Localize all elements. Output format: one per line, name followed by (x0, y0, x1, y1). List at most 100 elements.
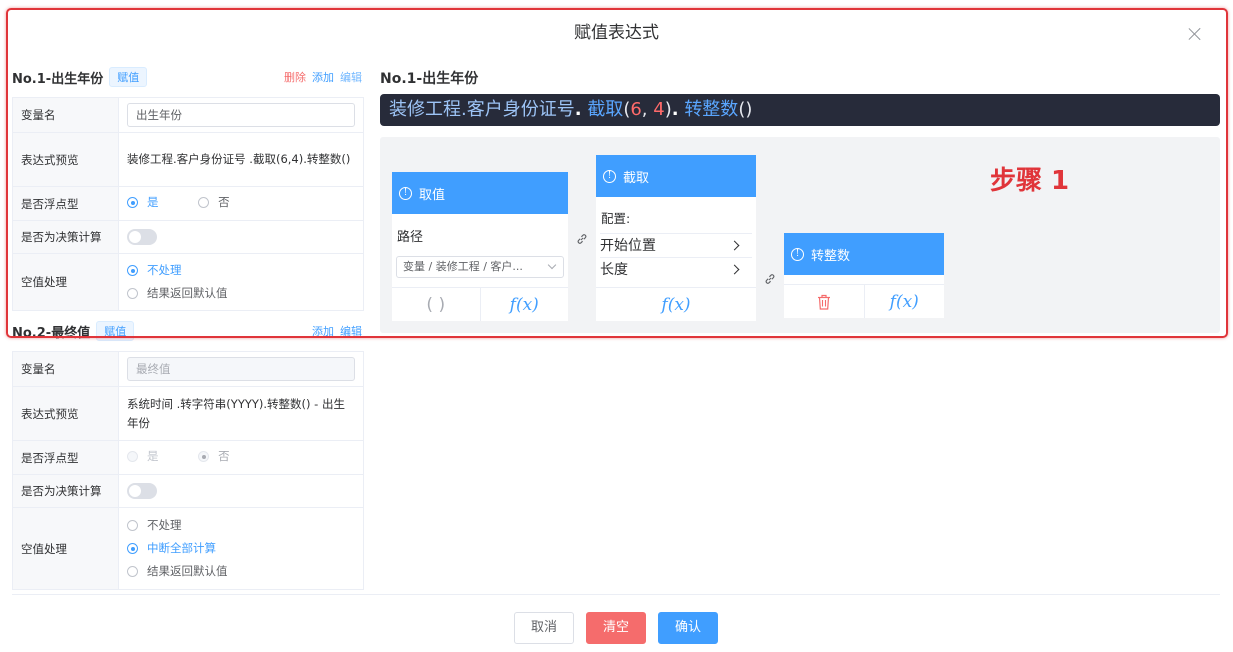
preview-label: 表达式预览 (12, 132, 119, 187)
item-1-row-var: 变量名 出生年份 (12, 97, 364, 133)
decision-label: 是否为决策计算 (12, 474, 119, 508)
var-name-input[interactable]: 最终值 (127, 357, 355, 381)
node-substr-header: ! 截取 (596, 155, 756, 197)
item-1-title: No.1-出生年份 (12, 71, 104, 87)
var-name-label: 变量名 (12, 351, 119, 387)
function-button[interactable]: f(x) (596, 288, 756, 321)
item-1-actions: 删除 添加 编辑 (284, 69, 362, 85)
item-1-row-float: 是否浮点型 是 否 (12, 186, 364, 221)
param-start-row[interactable]: 开始位置 (600, 233, 752, 257)
float-yes-text: 是 (147, 195, 159, 209)
null-option-text: 结果返回默认值 (147, 286, 228, 300)
node-substring[interactable]: ! 截取 配置: 开始位置 长度 f(x) (596, 155, 756, 321)
preview-value: 系统时间 .转字符串(YYYY).转整数() - 出生年份 (118, 386, 364, 441)
float-no-text: 否 (218, 195, 230, 209)
null-option-radio[interactable]: 中断全部计算 (127, 539, 355, 558)
param-start-text: 开始位置 (600, 238, 656, 254)
float-label: 是否浮点型 (12, 440, 119, 475)
item-1-add-link[interactable]: 添加 (312, 69, 334, 85)
node-substr-footer: f(x) (596, 287, 756, 321)
function-button[interactable]: f(x) (479, 288, 569, 321)
decision-toggle[interactable] (127, 229, 157, 245)
item-1-edit-link[interactable]: 编辑 (340, 69, 362, 85)
confirm-button[interactable]: 确认 (658, 612, 718, 644)
item-2-row-null: 空值处理 不处理 中断全部计算 结果返回默认值 (12, 507, 364, 590)
preview-label: 表达式预览 (12, 386, 119, 441)
info-icon: ! (399, 186, 412, 200)
float-no-radio[interactable]: 否 (198, 447, 230, 466)
item-1-header: No.1-出生年份 赋值 删除 添加 编辑 (12, 67, 362, 87)
expr-parens: () (738, 99, 753, 120)
node-substr-config-label: 配置: (601, 211, 631, 226)
decision-toggle[interactable] (127, 483, 157, 499)
item-2-edit-link[interactable]: 编辑 (340, 323, 362, 339)
null-label: 空值处理 (12, 253, 119, 311)
node-toint-footer: f(x) (784, 284, 944, 318)
assign-expression-dialog: 赋值表达式 No.1-出生年份 赋值 删除 添加 编辑 变量名 出生年份 表达式… (0, 0, 1233, 652)
float-no-text: 否 (218, 449, 230, 463)
float-yes-text: 是 (147, 449, 159, 463)
expr-fn-toint: 转整数 (684, 99, 739, 120)
info-icon: ! (791, 247, 804, 261)
null-option-radio[interactable]: 不处理 (127, 261, 355, 280)
item-2-add-link[interactable]: 添加 (312, 323, 334, 339)
float-no-radio[interactable]: 否 (198, 193, 230, 212)
node-get-path-select[interactable]: 变量 / 装修工程 / 客户... (396, 256, 564, 278)
item-1-row-decision: 是否为决策计算 (12, 220, 364, 254)
null-option-text: 中断全部计算 (147, 541, 216, 555)
expression-code-bar: 装修工程.客户身份证号. 截取(6, 4). 转整数() (380, 94, 1220, 126)
close-icon[interactable] (1188, 27, 1202, 41)
chevron-right-icon (729, 240, 740, 251)
expr-arg-2: 4 (653, 99, 665, 120)
node-toint-header: ! 转整数 (784, 233, 944, 275)
expr-fn-substr: 截取 (587, 99, 624, 120)
param-length-text: 长度 (600, 262, 628, 278)
node-get-path-label: 路径 (397, 230, 424, 245)
param-length-row[interactable]: 长度 (600, 257, 752, 281)
node-get-header: ! 取值 (392, 172, 568, 214)
null-option-text: 不处理 (147, 518, 182, 532)
item-1-row-null: 空值处理 不处理 结果返回默认值 (12, 253, 364, 311)
null-option-radio[interactable]: 结果返回默认值 (127, 562, 355, 581)
expr-dot: . (574, 99, 582, 120)
clear-button[interactable]: 清空 (586, 612, 646, 644)
null-option-text: 结果返回默认值 (147, 564, 228, 578)
item-1-delete-link[interactable]: 删除 (284, 69, 306, 85)
float-yes-radio[interactable]: 是 (127, 447, 159, 466)
item-2-form: 变量名 最终值 表达式预览 系统时间 .转字符串(YYYY).转整数() - 出… (12, 351, 364, 590)
link-icon (577, 234, 587, 244)
null-option-radio[interactable]: 不处理 (127, 516, 355, 535)
paren-button[interactable]: ( ) (392, 288, 480, 321)
dialog-title: 赋值表达式 (574, 23, 659, 43)
function-button[interactable]: f(x) (863, 285, 945, 318)
node-get-title: 取值 (419, 187, 446, 203)
null-option-radio[interactable]: 结果返回默认值 (127, 284, 355, 303)
item-1-tag: 赋值 (109, 67, 148, 87)
null-option-text: 不处理 (147, 263, 182, 277)
info-icon: ! (603, 169, 616, 183)
chevron-down-icon (547, 260, 557, 270)
cancel-button[interactable]: 取消 (514, 612, 574, 644)
var-name-input[interactable]: 出生年份 (127, 103, 355, 127)
item-2-actions: 添加 编辑 (312, 323, 362, 339)
chevron-right-icon (729, 264, 740, 275)
float-yes-radio[interactable]: 是 (127, 193, 159, 212)
item-2-title: No.2-最终值 (12, 325, 91, 341)
link-icon (765, 274, 775, 284)
delete-node-button[interactable] (784, 285, 864, 318)
editor-title: No.1-出生年份 (380, 71, 479, 87)
item-2-row-preview: 表达式预览 系统时间 .转字符串(YYYY).转整数() - 出生年份 (12, 386, 364, 441)
item-2-row-float: 是否浮点型 是 否 (12, 440, 364, 475)
decision-label: 是否为决策计算 (12, 220, 119, 254)
node-to-integer[interactable]: ! 转整数 f(x) (784, 233, 944, 318)
node-get-value[interactable]: ! 取值 路径 变量 / 装修工程 / 客户... ( ) f(x) (392, 172, 568, 321)
trash-icon (817, 294, 830, 310)
float-label: 是否浮点型 (12, 186, 119, 221)
node-toint-title: 转整数 (811, 248, 851, 264)
expr-path: 装修工程.客户身份证号 (389, 99, 575, 120)
step-label: 步骤 1 (990, 166, 1070, 196)
var-name-label: 变量名 (12, 97, 119, 133)
path-select-value: 变量 / 装修工程 / 客户... (403, 260, 523, 273)
footer-divider (12, 594, 1220, 595)
expr-close-paren: ) (664, 99, 672, 120)
